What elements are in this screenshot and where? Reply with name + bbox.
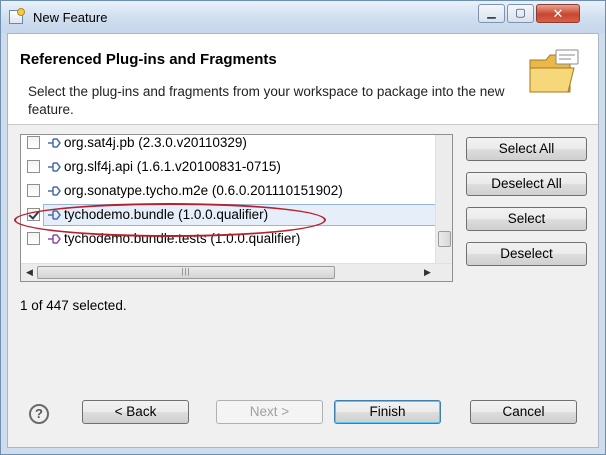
title-bar[interactable]: New Feature ▁ ▢ ✕ [1, 1, 605, 33]
help-icon[interactable]: ? [29, 404, 49, 424]
maximize-button[interactable]: ▢ [507, 4, 534, 23]
scroll-left-arrow-icon[interactable]: ◀ [26, 267, 33, 278]
select-all-button[interactable]: Select All [466, 137, 587, 161]
dialog-body: Referenced Plug-ins and Fragments Select… [7, 33, 599, 448]
page-title: Referenced Plug-ins and Fragments [20, 51, 277, 68]
scroll-right-arrow-icon[interactable]: ▶ [424, 267, 431, 278]
item-checkbox[interactable] [27, 184, 40, 197]
item-label: org.slf4j.api (1.6.1.v20100831-0715) [64, 159, 281, 174]
list-item[interactable]: org.sonatype.tycho.m2e (0.6.0.2011101519… [21, 179, 439, 203]
item-checkbox[interactable] [27, 232, 40, 245]
dialog-window: New Feature ▁ ▢ ✕ Referenced Plug-ins an… [0, 0, 606, 455]
page-description: Select the plug-ins and fragments from y… [28, 84, 505, 117]
fragment-icon [48, 234, 61, 244]
deselect-all-button[interactable]: Deselect All [466, 172, 587, 196]
list-item[interactable]: org.slf4j.api (1.6.1.v20100831-0715) [21, 155, 439, 179]
header-banner: Referenced Plug-ins and Fragments Select… [8, 34, 598, 125]
window-title: New Feature [33, 10, 108, 25]
deselect-button[interactable]: Deselect [466, 242, 587, 266]
horizontal-scroll-thumb[interactable]: ||| [37, 266, 335, 279]
app-icon [9, 8, 25, 24]
horizontal-scrollbar[interactable]: ◀ ||| ▶ [21, 263, 452, 281]
back-button[interactable]: < Back [82, 400, 189, 424]
item-checkbox[interactable] [27, 160, 40, 173]
finish-button[interactable]: Finish [334, 400, 441, 424]
annotation-highlight-ring [14, 203, 326, 237]
close-button[interactable]: ✕ [536, 4, 580, 23]
list-item[interactable]: org.sat4j.pb (2.3.0.v20110329) [21, 135, 439, 155]
cancel-button[interactable]: Cancel [470, 400, 577, 424]
folder-wizard-icon [529, 49, 579, 93]
vertical-scroll-thumb[interactable] [438, 231, 451, 247]
next-button[interactable]: Next > [216, 400, 323, 424]
vertical-scrollbar[interactable] [435, 135, 452, 264]
selection-status: 1 of 447 selected. [20, 298, 127, 313]
item-label: org.sat4j.pb (2.3.0.v20110329) [64, 135, 247, 150]
plugin-icon [48, 138, 61, 148]
item-checkbox[interactable] [27, 136, 40, 149]
plugin-icon [48, 162, 61, 172]
plugin-icon [48, 186, 61, 196]
select-button[interactable]: Select [466, 207, 587, 231]
minimize-button[interactable]: ▁ [478, 4, 505, 23]
item-label: org.sonatype.tycho.m2e (0.6.0.2011101519… [64, 183, 343, 198]
